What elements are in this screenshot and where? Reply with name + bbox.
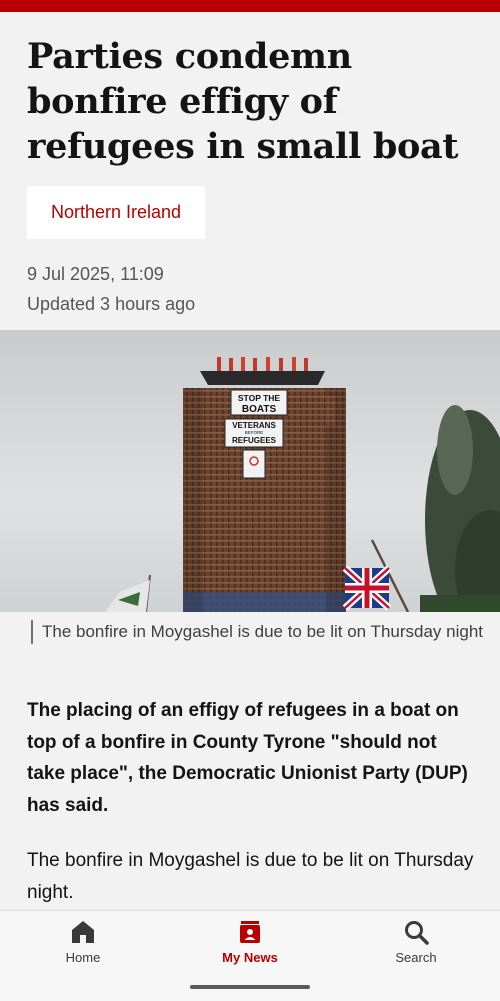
sign-stop-the-boats: STOP THE BOATS [230,389,288,416]
nav-home-label: Home [65,950,101,965]
nav-home-button[interactable]: Home [23,919,143,979]
svg-text:REFUGEES: REFUGEES [232,436,277,445]
image-caption: The bonfire in Moygashel is due to be li… [31,620,500,644]
svg-text:BEFORE: BEFORE [245,430,264,435]
article-date: 9 Jul 2025, 11:09 [27,264,164,284]
topic-tag-link[interactable]: Northern Ireland [27,186,205,239]
nav-my-news-label: My News [222,950,278,965]
home-gesture-handle[interactable] [190,985,310,989]
nav-my-news-button[interactable]: My News [190,919,310,979]
nav-search-button[interactable]: Search [356,919,476,979]
sign-small [242,449,266,479]
search-icon [405,921,429,945]
article-updated-time: Updated 3 hours ago [27,294,196,314]
brand-top-bar [0,0,500,12]
svg-text:BOATS: BOATS [242,404,277,415]
article-hero-image: STOP THE BOATS VETERANS BEFORE REFUGEES [0,330,500,612]
sign-veterans-before-refugees: VETERANS BEFORE REFUGEES [224,418,284,448]
svg-text:STOP THE: STOP THE [238,393,281,403]
nav-search-label: Search [395,950,437,965]
home-icon [72,921,94,943]
article-lead-paragraph: The placing of an effigy of refugees in … [27,700,468,816]
svg-text:VETERANS: VETERANS [232,421,276,430]
article-headline: Parties condemn bonfire effigy of refuge… [27,36,459,167]
my-news-icon [240,921,260,943]
article-paragraph: The bonfire in Moygashel is due to be li… [27,850,474,903]
